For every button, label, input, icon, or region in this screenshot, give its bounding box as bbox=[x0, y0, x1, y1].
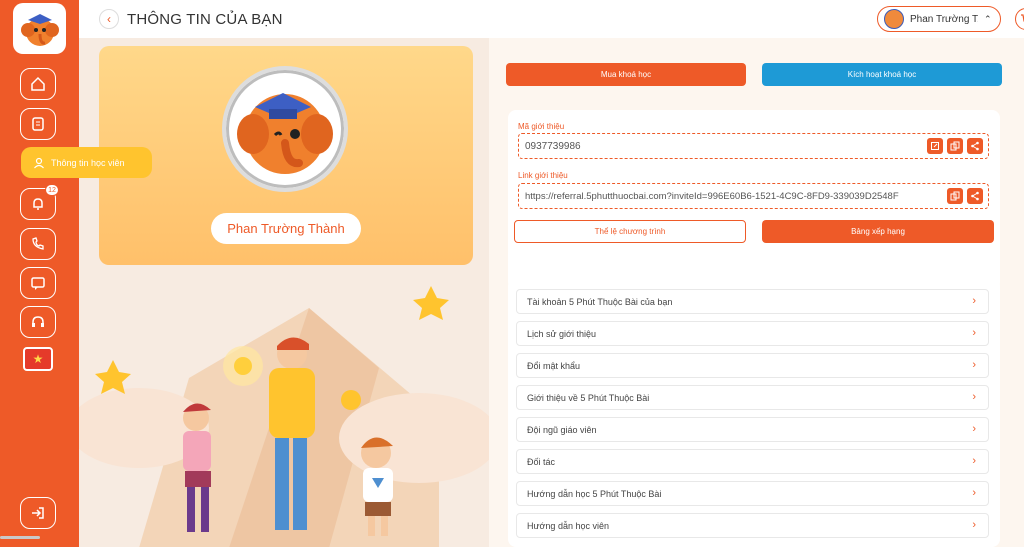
share-icon bbox=[971, 191, 979, 201]
buy-course-button[interactable]: Mua khoá học bbox=[506, 63, 746, 86]
chevron-right-icon: › bbox=[972, 455, 976, 467]
app-logo[interactable] bbox=[13, 3, 66, 54]
share-code-button[interactable] bbox=[967, 138, 983, 154]
copy-icon bbox=[950, 141, 960, 151]
copy-icon bbox=[950, 191, 960, 201]
share-link-button[interactable] bbox=[967, 188, 983, 204]
bell-icon bbox=[33, 198, 43, 210]
book-icon bbox=[32, 117, 44, 131]
leaderboard-button[interactable]: Bảng xếp hạng bbox=[762, 220, 994, 243]
referral-link-field[interactable]: https://referral.5phutthuocbai.com?invit… bbox=[518, 183, 989, 209]
chevron-right-icon: › bbox=[972, 359, 976, 371]
edit-code-button[interactable] bbox=[927, 138, 943, 154]
profile-area: Phan Trường Thành bbox=[79, 38, 489, 547]
menu-item-label: Giới thiệu về 5 Phút Thuộc Bài bbox=[527, 392, 650, 403]
menu-item-about[interactable]: Giới thiệu về 5 Phút Thuộc Bài › bbox=[516, 385, 989, 410]
students-illustration bbox=[79, 286, 489, 547]
sidebar-scrollbar[interactable] bbox=[0, 536, 40, 539]
chevron-up-icon: ⌃ bbox=[984, 13, 992, 24]
chevron-right-icon: › bbox=[972, 487, 976, 499]
referral-link-label: Link giới thiệu bbox=[518, 171, 568, 180]
activate-course-button[interactable]: Kích hoạt khoá học bbox=[762, 63, 1002, 86]
sidebar: Thông tin học viên 12 ★ bbox=[0, 0, 152, 547]
logout-button[interactable] bbox=[20, 497, 56, 529]
menu-item-label: Đội ngũ giáo viên bbox=[527, 424, 597, 435]
nav-courses-button[interactable] bbox=[20, 108, 56, 140]
referral-code-value: 0937739986 bbox=[525, 140, 581, 152]
copy-code-button[interactable] bbox=[947, 138, 963, 154]
copy-link-button[interactable] bbox=[947, 188, 963, 204]
profile-card: Phan Trường Thành bbox=[99, 46, 473, 265]
chevron-right-icon: › bbox=[972, 327, 976, 339]
referral-card: Mã giới thiệu 0937739986 Link giới thiệu… bbox=[508, 110, 1000, 290]
menu-item-label: Đổi mật khẩu bbox=[527, 360, 581, 371]
profile-avatar bbox=[222, 66, 348, 192]
menu-item-label: Đối tác bbox=[527, 456, 556, 467]
referral-code-label: Mã giới thiệu bbox=[518, 122, 565, 131]
nav-contact-button[interactable] bbox=[20, 228, 56, 260]
notification-count-badge: 12 bbox=[45, 184, 59, 196]
chevron-right-icon: › bbox=[972, 295, 976, 307]
chevron-right-icon: › bbox=[972, 391, 976, 403]
elephant-logo-icon bbox=[20, 13, 59, 46]
menu-item-label: Hướng dẫn học viên bbox=[527, 520, 609, 531]
phone-icon bbox=[32, 237, 44, 250]
nav-feedback-button[interactable] bbox=[20, 267, 56, 299]
nav-active-label: Thông tin học viên bbox=[51, 157, 125, 168]
nav-support-button[interactable] bbox=[20, 306, 56, 338]
chat-icon bbox=[31, 277, 45, 290]
menu-item-label: Hướng dẫn học 5 Phút Thuộc Bài bbox=[527, 488, 662, 499]
program-rules-button[interactable]: Thể lệ chương trình bbox=[514, 220, 746, 243]
home-icon bbox=[31, 76, 45, 91]
logout-icon bbox=[32, 507, 44, 519]
page-title: THÔNG TIN CỦA BẠN bbox=[127, 11, 283, 28]
menu-item-partners[interactable]: Đối tác › bbox=[516, 449, 989, 474]
menu-item-teachers[interactable]: Đội ngũ giáo viên › bbox=[516, 417, 989, 442]
back-button[interactable]: ‹ bbox=[99, 9, 119, 29]
referral-link-value: https://referral.5phutthuocbai.com?invit… bbox=[525, 190, 899, 202]
user-menu-dropdown[interactable]: Phan Trường T... ⌃ bbox=[877, 6, 1001, 32]
account-menu: Tài khoản 5 Phút Thuộc Bài của bạn › Lịc… bbox=[508, 278, 1000, 547]
avatar bbox=[884, 9, 904, 29]
cart-button[interactable] bbox=[1015, 8, 1024, 30]
profile-name: Phan Trường Thành bbox=[211, 213, 361, 244]
share-icon bbox=[971, 141, 979, 151]
chevron-right-icon: › bbox=[972, 423, 976, 435]
elephant-mascot-icon bbox=[237, 93, 333, 174]
menu-item-student-guide[interactable]: Hướng dẫn học viên › bbox=[516, 513, 989, 538]
edit-icon bbox=[931, 142, 939, 150]
menu-item-label: Tài khoản 5 Phút Thuộc Bài của bạn bbox=[527, 296, 673, 307]
nav-home-button[interactable] bbox=[20, 68, 56, 100]
user-icon bbox=[34, 157, 44, 168]
nav-student-info-button[interactable]: Thông tin học viên bbox=[21, 147, 152, 178]
menu-item-change-password[interactable]: Đổi mật khẩu › bbox=[516, 353, 989, 378]
menu-item-learning-guide[interactable]: Hướng dẫn học 5 Phút Thuộc Bài › bbox=[516, 481, 989, 506]
nav-notifications-button[interactable]: 12 bbox=[20, 184, 59, 220]
menu-item-account[interactable]: Tài khoản 5 Phút Thuộc Bài của bạn › bbox=[516, 289, 989, 314]
right-panel: Mua khoá học Kích hoạt khoá học Mã giới … bbox=[489, 38, 1024, 547]
language-flag-button[interactable]: ★ bbox=[23, 347, 53, 371]
menu-item-label: Lịch sử giới thiệu bbox=[527, 328, 596, 339]
referral-code-field[interactable]: 0937739986 bbox=[518, 133, 989, 159]
user-name: Phan Trường T... bbox=[910, 13, 978, 25]
chevron-right-icon: › bbox=[972, 519, 976, 531]
vietnam-flag-icon: ★ bbox=[32, 352, 44, 366]
menu-item-referral-history[interactable]: Lịch sử giới thiệu › bbox=[516, 321, 989, 346]
cart-icon bbox=[1021, 14, 1024, 22]
top-header: ‹ THÔNG TIN CỦA BẠN Phan Trường T... ⌃ bbox=[79, 0, 1024, 38]
headset-icon bbox=[32, 316, 44, 327]
chevron-left-icon: ‹ bbox=[107, 12, 111, 26]
